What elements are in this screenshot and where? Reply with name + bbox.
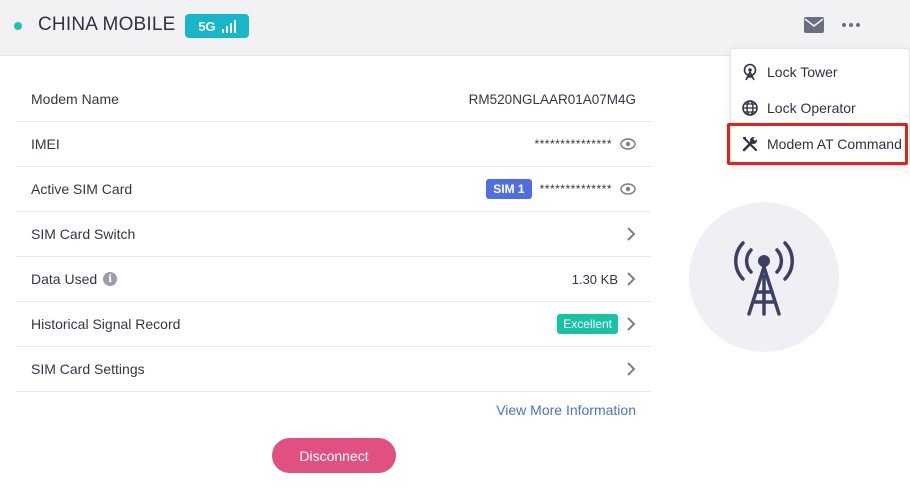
view-more-link[interactable]: View More Information — [470, 402, 636, 418]
cell-tower-icon — [734, 241, 794, 316]
modem-name-label: Modem Name — [31, 91, 119, 107]
menu-item-modem-at-command[interactable]: Modem AT Command — [731, 127, 910, 161]
active-sim-label: Active SIM Card — [31, 181, 133, 197]
signal-record-row[interactable]: Historical Signal Record Excellent — [16, 302, 651, 347]
more-menu-dropdown: Lock Tower Lock Operator Modem AT Comman… — [730, 48, 910, 166]
network-type-label: 5G — [198, 18, 216, 34]
iccid-value: ************** — [539, 182, 612, 196]
imei-row: IMEI *************** — [16, 122, 651, 167]
chevron-right-icon — [627, 317, 636, 331]
active-sim-row: Active SIM Card SIM 1 ************** — [16, 167, 651, 212]
connection-status-dot — [14, 22, 22, 30]
chevron-right-icon — [627, 362, 636, 376]
chevron-right-icon — [627, 227, 636, 241]
tower-illustration — [689, 202, 839, 352]
globe-icon — [742, 100, 758, 116]
signal-quality-badge: Excellent — [557, 314, 618, 334]
sim-badge: SIM 1 — [486, 179, 532, 199]
more-dots-icon[interactable] — [840, 16, 862, 34]
imei-value: *************** — [534, 137, 612, 151]
tower-pin-icon — [743, 63, 757, 81]
sim-settings-label: SIM Card Settings — [31, 361, 145, 377]
data-used-value: 1.30 KB — [571, 271, 618, 287]
imei-label: IMEI — [31, 136, 60, 152]
tools-icon — [742, 136, 758, 152]
modem-name-row: Modem Name RM520NGLAAR01A07M4G — [16, 77, 651, 122]
menu-item-lock-operator[interactable]: Lock Operator — [731, 91, 910, 125]
carrier-name: CHINA MOBILE — [38, 14, 176, 35]
info-icon[interactable]: i — [103, 272, 118, 286]
signal-bars-icon — [221, 19, 236, 33]
menu-item-label: Modem AT Command — [767, 136, 902, 152]
sim-switch-label: SIM Card Switch — [31, 226, 136, 242]
signal-record-label: Historical Signal Record — [31, 316, 181, 332]
sim-settings-row[interactable]: SIM Card Settings — [16, 347, 651, 392]
sim-switch-row[interactable]: SIM Card Switch — [16, 212, 651, 257]
menu-item-lock-tower[interactable]: Lock Tower — [731, 55, 910, 89]
menu-item-label: Lock Tower — [767, 64, 838, 80]
modem-info-list: Modem Name RM520NGLAAR01A07M4G IMEI ****… — [16, 77, 651, 392]
chevron-right-icon — [627, 272, 636, 286]
mail-icon[interactable] — [804, 17, 824, 33]
data-used-label: Data Used — [31, 271, 98, 287]
data-used-row[interactable]: Data Used i 1.30 KB — [16, 257, 651, 302]
network-type-badge: 5G — [185, 14, 249, 38]
disconnect-button[interactable]: Disconnect — [272, 438, 396, 473]
menu-item-label: Lock Operator — [767, 100, 856, 116]
modem-name-value: RM520NGLAAR01A07M4G — [468, 91, 636, 107]
eye-icon[interactable] — [620, 183, 636, 195]
eye-icon[interactable] — [620, 138, 636, 150]
